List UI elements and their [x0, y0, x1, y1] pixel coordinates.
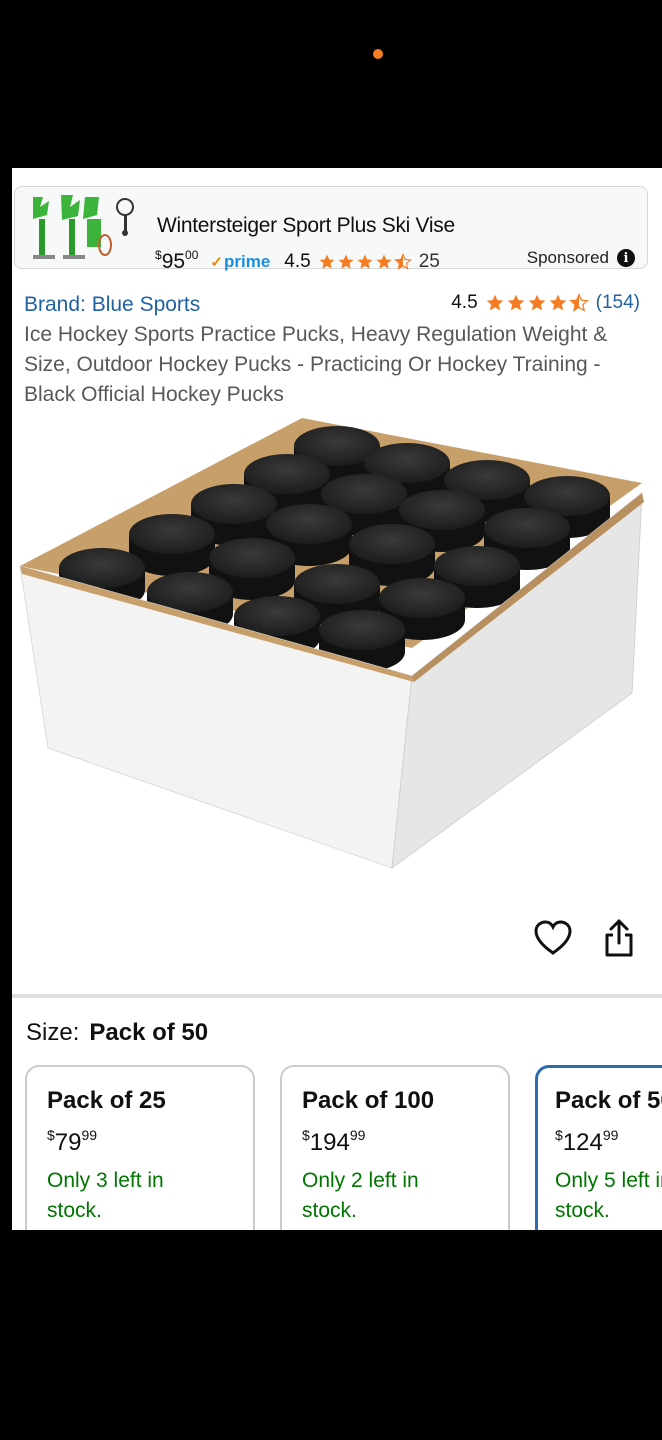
size-selector-label: Size: Pack of 50: [26, 1019, 209, 1046]
half-star-icon: [393, 253, 412, 270]
size-option-name: Pack of 50: [555, 1087, 662, 1114]
size-option-pack-25[interactable]: Pack of 25 $7999 Only 3 left in stock.: [25, 1065, 255, 1230]
selected-size: Pack of 50: [89, 1019, 209, 1046]
star-icon: [486, 294, 503, 311]
prime-check-icon: ✓: [210, 254, 223, 271]
star-icon: [507, 294, 524, 311]
size-option-stock: Only 2 left in stock.: [302, 1169, 419, 1222]
half-star-icon: [568, 293, 589, 312]
ad-title[interactable]: Wintersteiger Sport Plus Ski Vise: [157, 214, 455, 238]
product-image[interactable]: [12, 418, 662, 878]
heart-icon[interactable]: [534, 920, 572, 956]
product-rating[interactable]: 4.5 (154): [451, 292, 640, 314]
ad-price: $9500: [155, 248, 199, 273]
product-page[interactable]: Wintersteiger Sport Plus Ski Vise $9500 …: [12, 168, 662, 1230]
ad-product-thumbnail: [25, 189, 149, 267]
ad-rating-value: 4.5: [284, 251, 311, 272]
size-option-pack-100[interactable]: Pack of 100 $19499 Only 2 left in stock.: [280, 1065, 510, 1230]
star-icon: [357, 254, 373, 269]
star-icon: [319, 254, 335, 269]
section-divider: [12, 994, 662, 998]
review-count-link[interactable]: (154): [596, 292, 640, 314]
star-icon: [338, 254, 354, 269]
star-icon: [528, 294, 545, 311]
info-icon[interactable]: i: [617, 249, 635, 267]
size-option-price: $7999: [47, 1127, 98, 1156]
product-star-rating: [485, 293, 590, 313]
product-title: Ice Hockey Sports Practice Pucks, Heavy …: [24, 323, 608, 406]
brand-link[interactable]: Brand: Blue Sports: [24, 293, 200, 317]
size-option-name: Pack of 100: [302, 1087, 435, 1114]
star-icon: [549, 294, 566, 311]
sponsored-label[interactable]: Sponsored i: [527, 248, 635, 268]
size-option-pack-50-selected[interactable]: Pack of 50 $12499 Only 5 left in stock.: [535, 1065, 662, 1230]
ad-star-rating: [318, 253, 413, 271]
share-icon[interactable]: [602, 918, 636, 958]
ad-review-count: 25: [418, 251, 440, 272]
star-icon: [376, 254, 392, 269]
sponsored-ad-banner[interactable]: Wintersteiger Sport Plus Ski Vise $9500 …: [14, 186, 648, 273]
rating-value: 4.5: [451, 292, 478, 313]
prime-badge: ✓ prime: [210, 252, 271, 271]
ad-info-row: $9500 ✓ prime 4.5 25: [155, 248, 440, 275]
size-option-stock: Only 3 left in stock.: [47, 1169, 164, 1222]
size-option-price: $12499: [555, 1127, 619, 1156]
size-option-stock: Only 5 left in stock.: [555, 1169, 662, 1222]
size-option-name: Pack of 25: [47, 1087, 166, 1114]
size-option-price: $19499: [302, 1127, 366, 1156]
camera-indicator: [373, 49, 383, 59]
